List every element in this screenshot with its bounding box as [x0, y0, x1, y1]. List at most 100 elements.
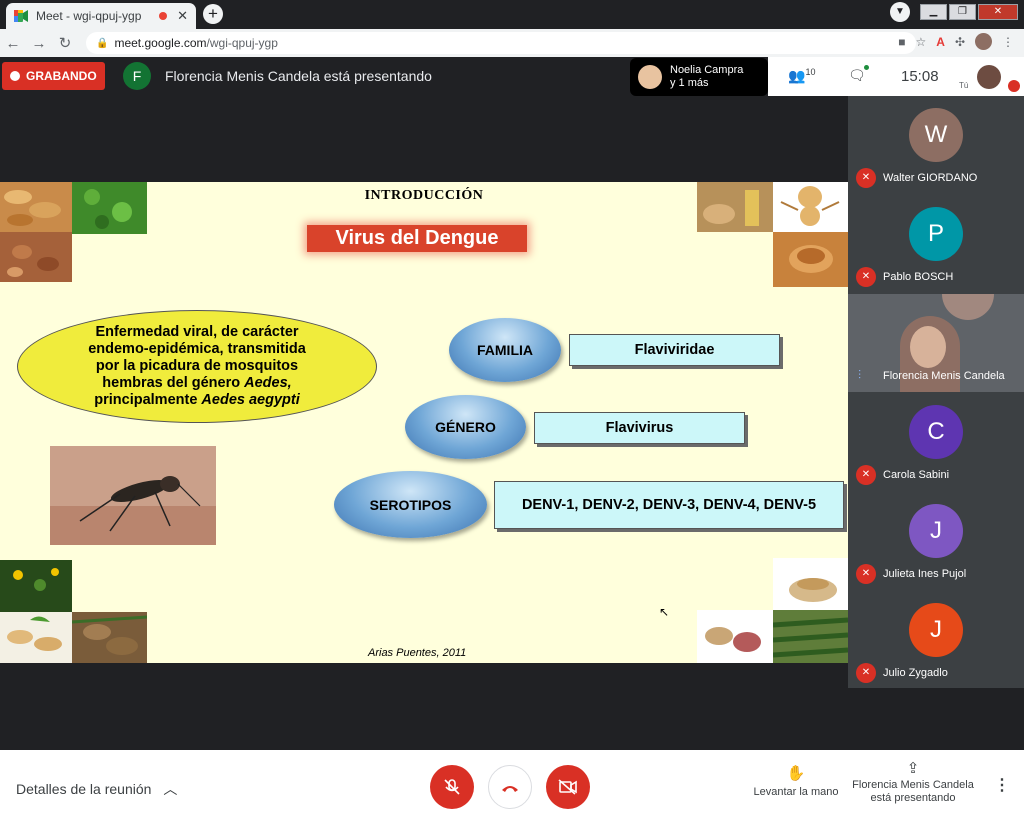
participant-tile[interactable]: J ✕ Julio Zygadlo	[848, 591, 1024, 689]
meet-logo-icon	[14, 10, 28, 22]
tab-close-icon[interactable]: ✕	[177, 8, 188, 24]
hand-icon: ✋	[786, 765, 806, 782]
peanut-flower-photo	[0, 560, 72, 612]
bookmark-star-icon[interactable]: ☆	[916, 35, 927, 49]
muted-mic-icon: ✕	[856, 168, 876, 188]
url-host: meet.google.com	[114, 36, 207, 50]
meeting-details-button[interactable]: Detalles de la reunión ︿	[16, 779, 177, 799]
speaker-others: y 1 más	[670, 77, 709, 89]
meeting-controls-bar: Detalles de la reunión ︿ ✋ Levantar la m…	[0, 750, 1024, 822]
participant-name: Julio Zygadlo	[883, 667, 948, 679]
self-label: Tú	[959, 81, 969, 90]
participant-avatar: P	[909, 207, 963, 261]
slide-subtitle: Virus del Dengue	[307, 225, 527, 252]
participant-name: Florencia Menis Candela	[883, 370, 1005, 382]
browser-tab[interactable]: Meet - wgi-qpuj-ygp ✕	[6, 3, 196, 29]
recording-label: GRABANDO	[26, 69, 97, 83]
muted-mic-icon: ✕	[856, 564, 876, 584]
ellipse-genus: Aedes,	[244, 375, 292, 391]
peanut-sack-photo	[773, 558, 848, 610]
lock-icon: 🔒	[96, 37, 109, 49]
familia-value: Flaviviridae	[569, 334, 780, 366]
mic-off-icon	[444, 779, 460, 795]
chevron-up-icon: ︿	[163, 781, 178, 797]
pdf-extension-icon[interactable]: A	[936, 35, 945, 49]
serotipos-oval: SEROTIPOS	[334, 471, 487, 538]
mosquito-photo	[50, 446, 216, 545]
leave-call-button[interactable]	[488, 765, 532, 809]
self-muted-icon	[1008, 80, 1020, 92]
chat-icon: 🗨	[848, 67, 866, 83]
muted-mic-icon: ✕	[856, 663, 876, 683]
participant-avatar: J	[909, 504, 963, 558]
present-screen-icon: ⇪	[906, 760, 920, 777]
muted-mic-icon: ✕	[856, 267, 876, 287]
mouse-cursor-icon: ↖	[659, 605, 670, 619]
microphone-off-button[interactable]	[430, 765, 474, 809]
chat-button[interactable]: 🗨	[848, 65, 869, 84]
people-icon: 👥	[788, 67, 806, 84]
address-bar-row: ← → ↻ 🔒 meet.google.com/wgi-qpuj-ygp ■ ☆…	[0, 29, 1024, 57]
window-close-button[interactable]: ✕	[978, 4, 1018, 20]
participant-face	[910, 326, 946, 368]
speaker-name: Noelia Campra	[670, 64, 744, 76]
recording-badge[interactable]: GRABANDO	[2, 62, 105, 90]
tab-recording-icon	[159, 12, 168, 20]
present-now-button[interactable]: ⇪ Florencia Menis Candela está presentan…	[848, 760, 978, 805]
forward-icon[interactable]: →	[26, 35, 52, 52]
participant-tile[interactable]: P ✕ Pablo BOSCH	[848, 195, 1024, 293]
speaker-avatar	[638, 65, 662, 89]
raise-hand-label: Levantar la mano	[753, 786, 839, 798]
back-icon[interactable]: ←	[0, 35, 26, 52]
active-speaker-chip: Noelia Campra y 1 más	[630, 58, 768, 96]
speaking-indicator-icon: ⫶	[858, 368, 862, 382]
ellipse-line-2: endemo-epidémica, transmitida	[88, 341, 306, 357]
peanut-harvest-photo	[72, 612, 147, 663]
self-avatar	[977, 65, 1001, 89]
peanut-pods-photo	[0, 612, 72, 663]
slide-title: INTRODUCCIÓN	[364, 188, 484, 203]
recording-dot-icon	[10, 71, 20, 81]
restore-button[interactable]: ❐	[949, 4, 976, 20]
chrome-menu-icon[interactable]: ⋮	[1002, 35, 1014, 49]
participant-name: Carola Sabini	[883, 469, 950, 481]
tab-title: Meet - wgi-qpuj-ygp	[36, 9, 142, 23]
ellipse-species: Aedes aegypti	[201, 392, 300, 408]
url-field[interactable]: 🔒 meet.google.com/wgi-qpuj-ygp	[86, 32, 916, 54]
url-path: /wgi-qpuj-ygp	[206, 36, 278, 50]
reload-icon[interactable]: ↻	[52, 34, 78, 52]
minimize-button[interactable]: ▁	[920, 4, 947, 20]
extensions-puzzle-icon[interactable]: ✣	[955, 35, 965, 49]
raise-hand-button[interactable]: ✋ Levantar la mano	[748, 764, 844, 798]
more-options-icon[interactable]: ⋮	[994, 775, 1010, 795]
people-button[interactable]: 👥10	[788, 67, 815, 85]
ellipse-line-1: Enfermedad viral, de carácter	[95, 324, 299, 340]
present-label-line2: está presentando	[870, 792, 956, 804]
presenting-status: Florencia Menis Candela está presentando	[165, 68, 432, 84]
muted-mic-icon: ✕	[856, 465, 876, 485]
new-tab-button[interactable]: +	[203, 4, 223, 24]
peanut-closeup-photo	[697, 610, 773, 663]
camera-indicator-icon[interactable]: ■	[898, 35, 905, 49]
slide-citation: Arias Puentes, 2011	[368, 647, 467, 659]
participants-panel: W ✕ Walter GIORDANO P ✕ Pablo BOSCH ⫶ Fl…	[848, 96, 1024, 688]
participant-tile[interactable]: W ✕ Walter GIORDANO	[848, 96, 1024, 194]
participant-tile[interactable]: J ✕ Julieta Ines Pujol	[848, 492, 1024, 590]
camera-off-button[interactable]	[546, 765, 590, 809]
participant-video-tile[interactable]: ⫶ Florencia Menis Candela	[848, 294, 1024, 392]
ellipse-line-5: principalmente	[94, 392, 202, 408]
extensions-area: ■ ☆ A ✣ ⋮	[898, 33, 1014, 50]
profile-avatar-icon[interactable]	[975, 33, 992, 50]
peanut-butter-photo	[773, 232, 848, 287]
participant-avatar: J	[909, 603, 963, 657]
meeting-details-label: Detalles de la reunión	[16, 781, 152, 797]
peanut-field-photo	[773, 610, 848, 663]
chat-notification-dot	[863, 65, 869, 70]
ellipse-line-3: por la picadura de mosquitos	[95, 358, 299, 374]
participant-tile[interactable]: C ✕ Carola Sabini	[848, 393, 1024, 491]
participant-name: Pablo BOSCH	[883, 271, 954, 283]
red-peanuts-photo	[0, 232, 72, 282]
profile-menu-icon[interactable]: ▼	[890, 2, 910, 22]
genero-oval: GÉNERO	[405, 395, 526, 459]
hang-up-icon	[502, 786, 518, 792]
